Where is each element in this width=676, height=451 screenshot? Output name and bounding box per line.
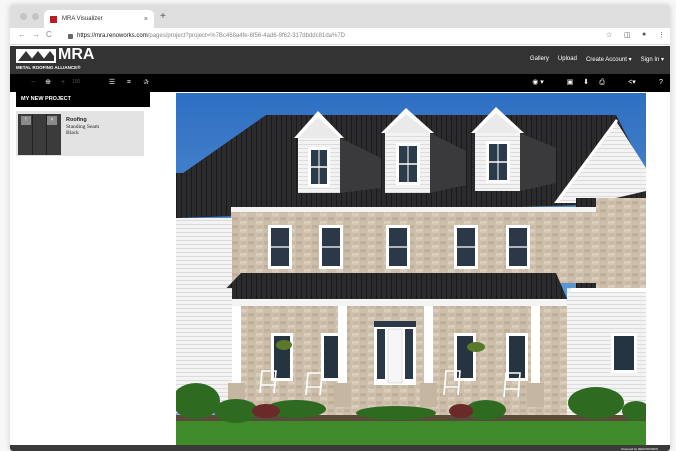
zoom-out-icon[interactable]: − bbox=[28, 78, 38, 88]
browser-window: MRA Visualizer × + ← → C https://mra.ren… bbox=[10, 5, 670, 451]
help-icon[interactable]: ? bbox=[656, 78, 666, 88]
logo-roof-mark bbox=[16, 49, 56, 63]
camera-icon[interactable]: ◉ ▾ bbox=[529, 78, 547, 88]
visualizer-toolbar: − ⊕ + 100 ☰ ⌗ ✰ ◉ ▾ ▣ ⬇ ⎙ <▾ ? bbox=[10, 74, 670, 92]
mra-logo[interactable]: MRA METAL ROOFING ALLIANCE® bbox=[16, 46, 98, 71]
list-view-icon[interactable]: ☰ bbox=[107, 78, 117, 88]
browser-menu-icon[interactable]: ⋮ bbox=[658, 31, 665, 39]
logo-text: MRA bbox=[58, 46, 95, 63]
print-icon[interactable]: ⎙ bbox=[597, 78, 607, 88]
logo-subtitle: METAL ROOFING ALLIANCE® bbox=[16, 65, 81, 70]
nav-upload-link[interactable]: Upload bbox=[558, 56, 577, 63]
favicon-icon bbox=[50, 15, 57, 23]
nav-sign-in-link[interactable]: Sign In ▾ bbox=[641, 56, 664, 63]
project-title: MY NEW PROJECT bbox=[16, 92, 150, 107]
info-button[interactable]: ! bbox=[21, 116, 31, 125]
house-visualization[interactable] bbox=[176, 93, 646, 445]
compare-icon[interactable]: ⌗ bbox=[124, 78, 134, 88]
zoom-in-icon[interactable]: ⊕ bbox=[43, 78, 53, 88]
url-path: /pages/project?project=%7Bc468a4fe-6f56-… bbox=[147, 33, 345, 39]
nav-create-account-link[interactable]: Create Account ▾ bbox=[586, 56, 632, 63]
close-window-dot[interactable] bbox=[20, 13, 27, 20]
remove-button[interactable]: × bbox=[47, 116, 57, 125]
browser-tab[interactable]: MRA Visualizer × bbox=[44, 10, 154, 28]
new-tab-button[interactable]: + bbox=[160, 12, 166, 22]
reload-icon[interactable]: C bbox=[46, 30, 52, 39]
account-icon[interactable]: ● bbox=[642, 31, 646, 38]
url-host: https://mra.renoworks.com bbox=[77, 33, 148, 39]
tab-close-icon[interactable]: × bbox=[144, 16, 148, 23]
minimize-window-dot[interactable] bbox=[32, 13, 39, 20]
extension-icon[interactable]: ◫ bbox=[624, 31, 631, 39]
pin-icon[interactable]: ✰ bbox=[141, 78, 151, 88]
site-header: MRA METAL ROOFING ALLIANCE® Gallery Uplo… bbox=[10, 46, 670, 74]
download-icon[interactable]: ⬇ bbox=[581, 78, 591, 88]
address-bar-row: ← → C https://mra.renoworks.com /pages/p… bbox=[10, 28, 670, 45]
zoom-level: 100 bbox=[72, 79, 81, 85]
back-arrow-icon[interactable]: ← bbox=[18, 30, 26, 39]
forward-arrow-icon[interactable]: → bbox=[32, 30, 40, 39]
save-icon[interactable]: ▣ bbox=[565, 78, 575, 88]
url-input[interactable]: https://mra.renoworks.com /pages/project… bbox=[68, 30, 608, 42]
footer-bar bbox=[10, 445, 670, 451]
zoom-plus-icon[interactable]: + bbox=[58, 78, 68, 88]
roofing-swatch: ! × bbox=[18, 114, 61, 155]
share-icon[interactable]: <▾ bbox=[625, 78, 639, 88]
right-margin-panel bbox=[646, 93, 670, 445]
nav-gallery-link[interactable]: Gallery bbox=[530, 56, 549, 63]
tab-title: MRA Visualizer bbox=[62, 16, 103, 22]
bookmark-star-icon[interactable]: ☆ bbox=[606, 31, 612, 39]
product-color: Black bbox=[66, 130, 79, 136]
top-navigation: Gallery Upload Create Account ▾ Sign In … bbox=[530, 56, 664, 63]
browser-tabstrip: MRA Visualizer × + bbox=[10, 5, 670, 28]
product-card-roofing[interactable]: ! × Roofing Standing Seam Black bbox=[16, 111, 144, 156]
product-details: Roofing Standing Seam Black bbox=[66, 117, 99, 137]
powered-by-label[interactable]: Powered by RENOWORKS bbox=[621, 447, 658, 451]
lock-icon bbox=[68, 33, 73, 39]
